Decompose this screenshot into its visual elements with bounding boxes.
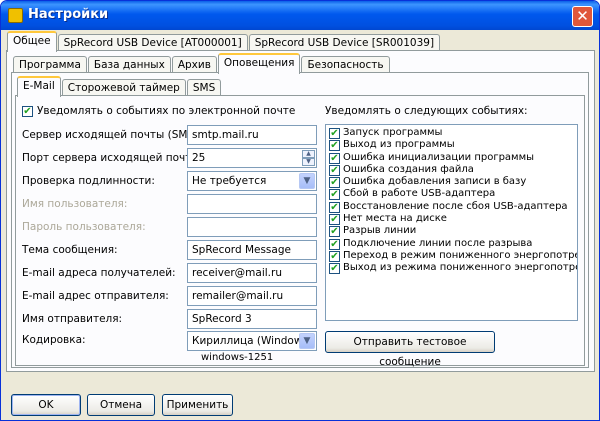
encoding-code: windows-1251 (201, 352, 274, 363)
tab-general[interactable]: Общее (7, 31, 57, 52)
event-label: Сбой в работе USB-адаптера (343, 188, 496, 200)
event-item[interactable]: ✔ Ошибка инициализации программы (326, 152, 577, 164)
smtp-label: Сервер исходящей почты (SMTP): (22, 129, 208, 141)
event-checkbox[interactable]: ✔ (329, 201, 340, 213)
event-label: Выход из программы (343, 139, 455, 151)
event-label: Запуск программы (343, 127, 443, 138)
event-checkbox[interactable]: ✔ (329, 238, 340, 250)
chevron-down-icon[interactable]: ▼ (299, 173, 315, 189)
event-item[interactable]: ✔ Разрыв линии (326, 225, 577, 238)
sender-name-input[interactable]: SpRecord 3 (187, 309, 317, 329)
ok-button[interactable]: OK (11, 394, 81, 416)
recipients-input[interactable]: receiver@mail.ru (187, 263, 317, 283)
event-item[interactable]: ✔ Выход из программы (326, 139, 577, 152)
notify-email-checkbox[interactable]: ✔ (22, 106, 33, 117)
chevron-down-icon[interactable]: ▼ (299, 333, 315, 349)
port-spinner[interactable]: ▲ ▼ (302, 150, 315, 166)
subject-input[interactable]: SpRecord Message (187, 240, 317, 260)
event-checkbox[interactable]: ✔ (329, 250, 340, 262)
password-input[interactable] (187, 217, 317, 237)
event-item[interactable]: ✔Переход в режим пониженного энергопотре… (326, 250, 577, 262)
events-header: Уведомлять о следующих событиях: (325, 105, 528, 117)
event-label: Подключение линии после разрыва (343, 237, 533, 249)
apply-button[interactable]: Применить (162, 394, 233, 416)
event-label: Нет места на диске (343, 213, 447, 225)
spin-down-icon[interactable]: ▼ (302, 158, 315, 166)
event-label: Разрыв линии (343, 225, 417, 237)
close-button[interactable]: ✕ (572, 6, 593, 27)
encoding-value: Кириллица (Windows) (192, 335, 312, 347)
event-item[interactable]: ✔ Нет места на диске (326, 213, 577, 226)
tab-notifications[interactable]: Оповещения (217, 53, 301, 74)
title-bar[interactable]: Настройки ✕ (1, 1, 599, 30)
event-item[interactable]: ✔ Восстановление после сбоя USB-адаптера (326, 201, 577, 213)
sender-label: E-mail адрес отправителя: (22, 290, 169, 302)
window-title: Настройки (28, 7, 109, 22)
event-label: Ошибка инициализации программы (343, 151, 535, 163)
event-checkbox[interactable]: ✔ (329, 152, 340, 164)
event-checkbox[interactable]: ✔ (329, 189, 340, 201)
username-input[interactable] (187, 194, 317, 214)
username-label: Имя пользователя: (22, 198, 128, 210)
event-item[interactable]: ✔Выход из режима пониженного энергопотре… (326, 262, 577, 275)
auth-label: Проверка подлинности: (22, 175, 155, 187)
event-checkbox[interactable]: ✔ (329, 214, 340, 226)
event-label: Переход в режим пониженного энергопотреб… (343, 249, 577, 261)
encoding-label: Кодировка: (22, 334, 86, 346)
settings-window: Настройки ✕ Общее SpRecord USB Device [A… (0, 0, 600, 421)
event-label: Ошибка добавления записи в базу (343, 176, 527, 188)
sender-input[interactable]: remailer@mail.ru (187, 286, 317, 306)
recipients-label: E-mail адреса получателей: (22, 267, 176, 279)
event-checkbox[interactable]: ✔ (329, 128, 340, 139)
event-label: Ошибка создания файла (343, 163, 474, 175)
port-value: 25 (192, 152, 206, 164)
auth-value: Не требуется (192, 175, 267, 187)
event-checkbox[interactable]: ✔ (329, 263, 340, 275)
port-label: Порт сервера исходящей почты: (22, 152, 204, 164)
spin-up-icon[interactable]: ▲ (302, 150, 315, 158)
send-test-button[interactable]: Отправить тестовое сообщение (325, 331, 495, 368)
event-checkbox[interactable]: ✔ (329, 177, 340, 189)
events-list[interactable]: ✔ Запуск программы ✔ Выход из программы ✔ Оши… (325, 124, 578, 321)
cancel-button[interactable]: Отмена (87, 394, 155, 416)
event-label: Восстановление после сбоя USB-адаптера (343, 200, 568, 212)
event-checkbox[interactable]: ✔ (329, 140, 340, 152)
encoding-select[interactable]: Кириллица (Windows) ▼ (187, 331, 317, 351)
password-label: Пароль пользователя: (22, 221, 146, 233)
event-item[interactable]: ✔ Ошибка создания файла (326, 164, 577, 176)
event-label: Выход из режима пониженного энергопотреб… (343, 262, 577, 274)
port-input[interactable]: 25 ▲ ▼ (187, 148, 317, 168)
auth-select[interactable]: Не требуется ▼ (187, 171, 317, 191)
tab-email[interactable]: E-Mail (17, 76, 61, 97)
sender-name-label: Имя отправителя: (22, 313, 123, 325)
smtp-input[interactable]: smtp.mail.ru (187, 125, 317, 145)
event-checkbox[interactable]: ✔ (329, 226, 340, 238)
event-item[interactable]: ✔ Ошибка добавления записи в базу (326, 176, 577, 189)
event-item[interactable]: ✔ Запуск программы (326, 127, 577, 139)
notify-email-label: Уведомлять о событиях по электронной поч… (37, 105, 296, 117)
app-icon (8, 8, 23, 23)
event-checkbox[interactable]: ✔ (329, 164, 340, 176)
subject-label: Тема сообщения: (22, 244, 118, 256)
event-item[interactable]: ✔ Сбой в работе USB-адаптера (326, 188, 577, 201)
event-item[interactable]: ✔ Подключение линии после разрыва (326, 238, 577, 250)
